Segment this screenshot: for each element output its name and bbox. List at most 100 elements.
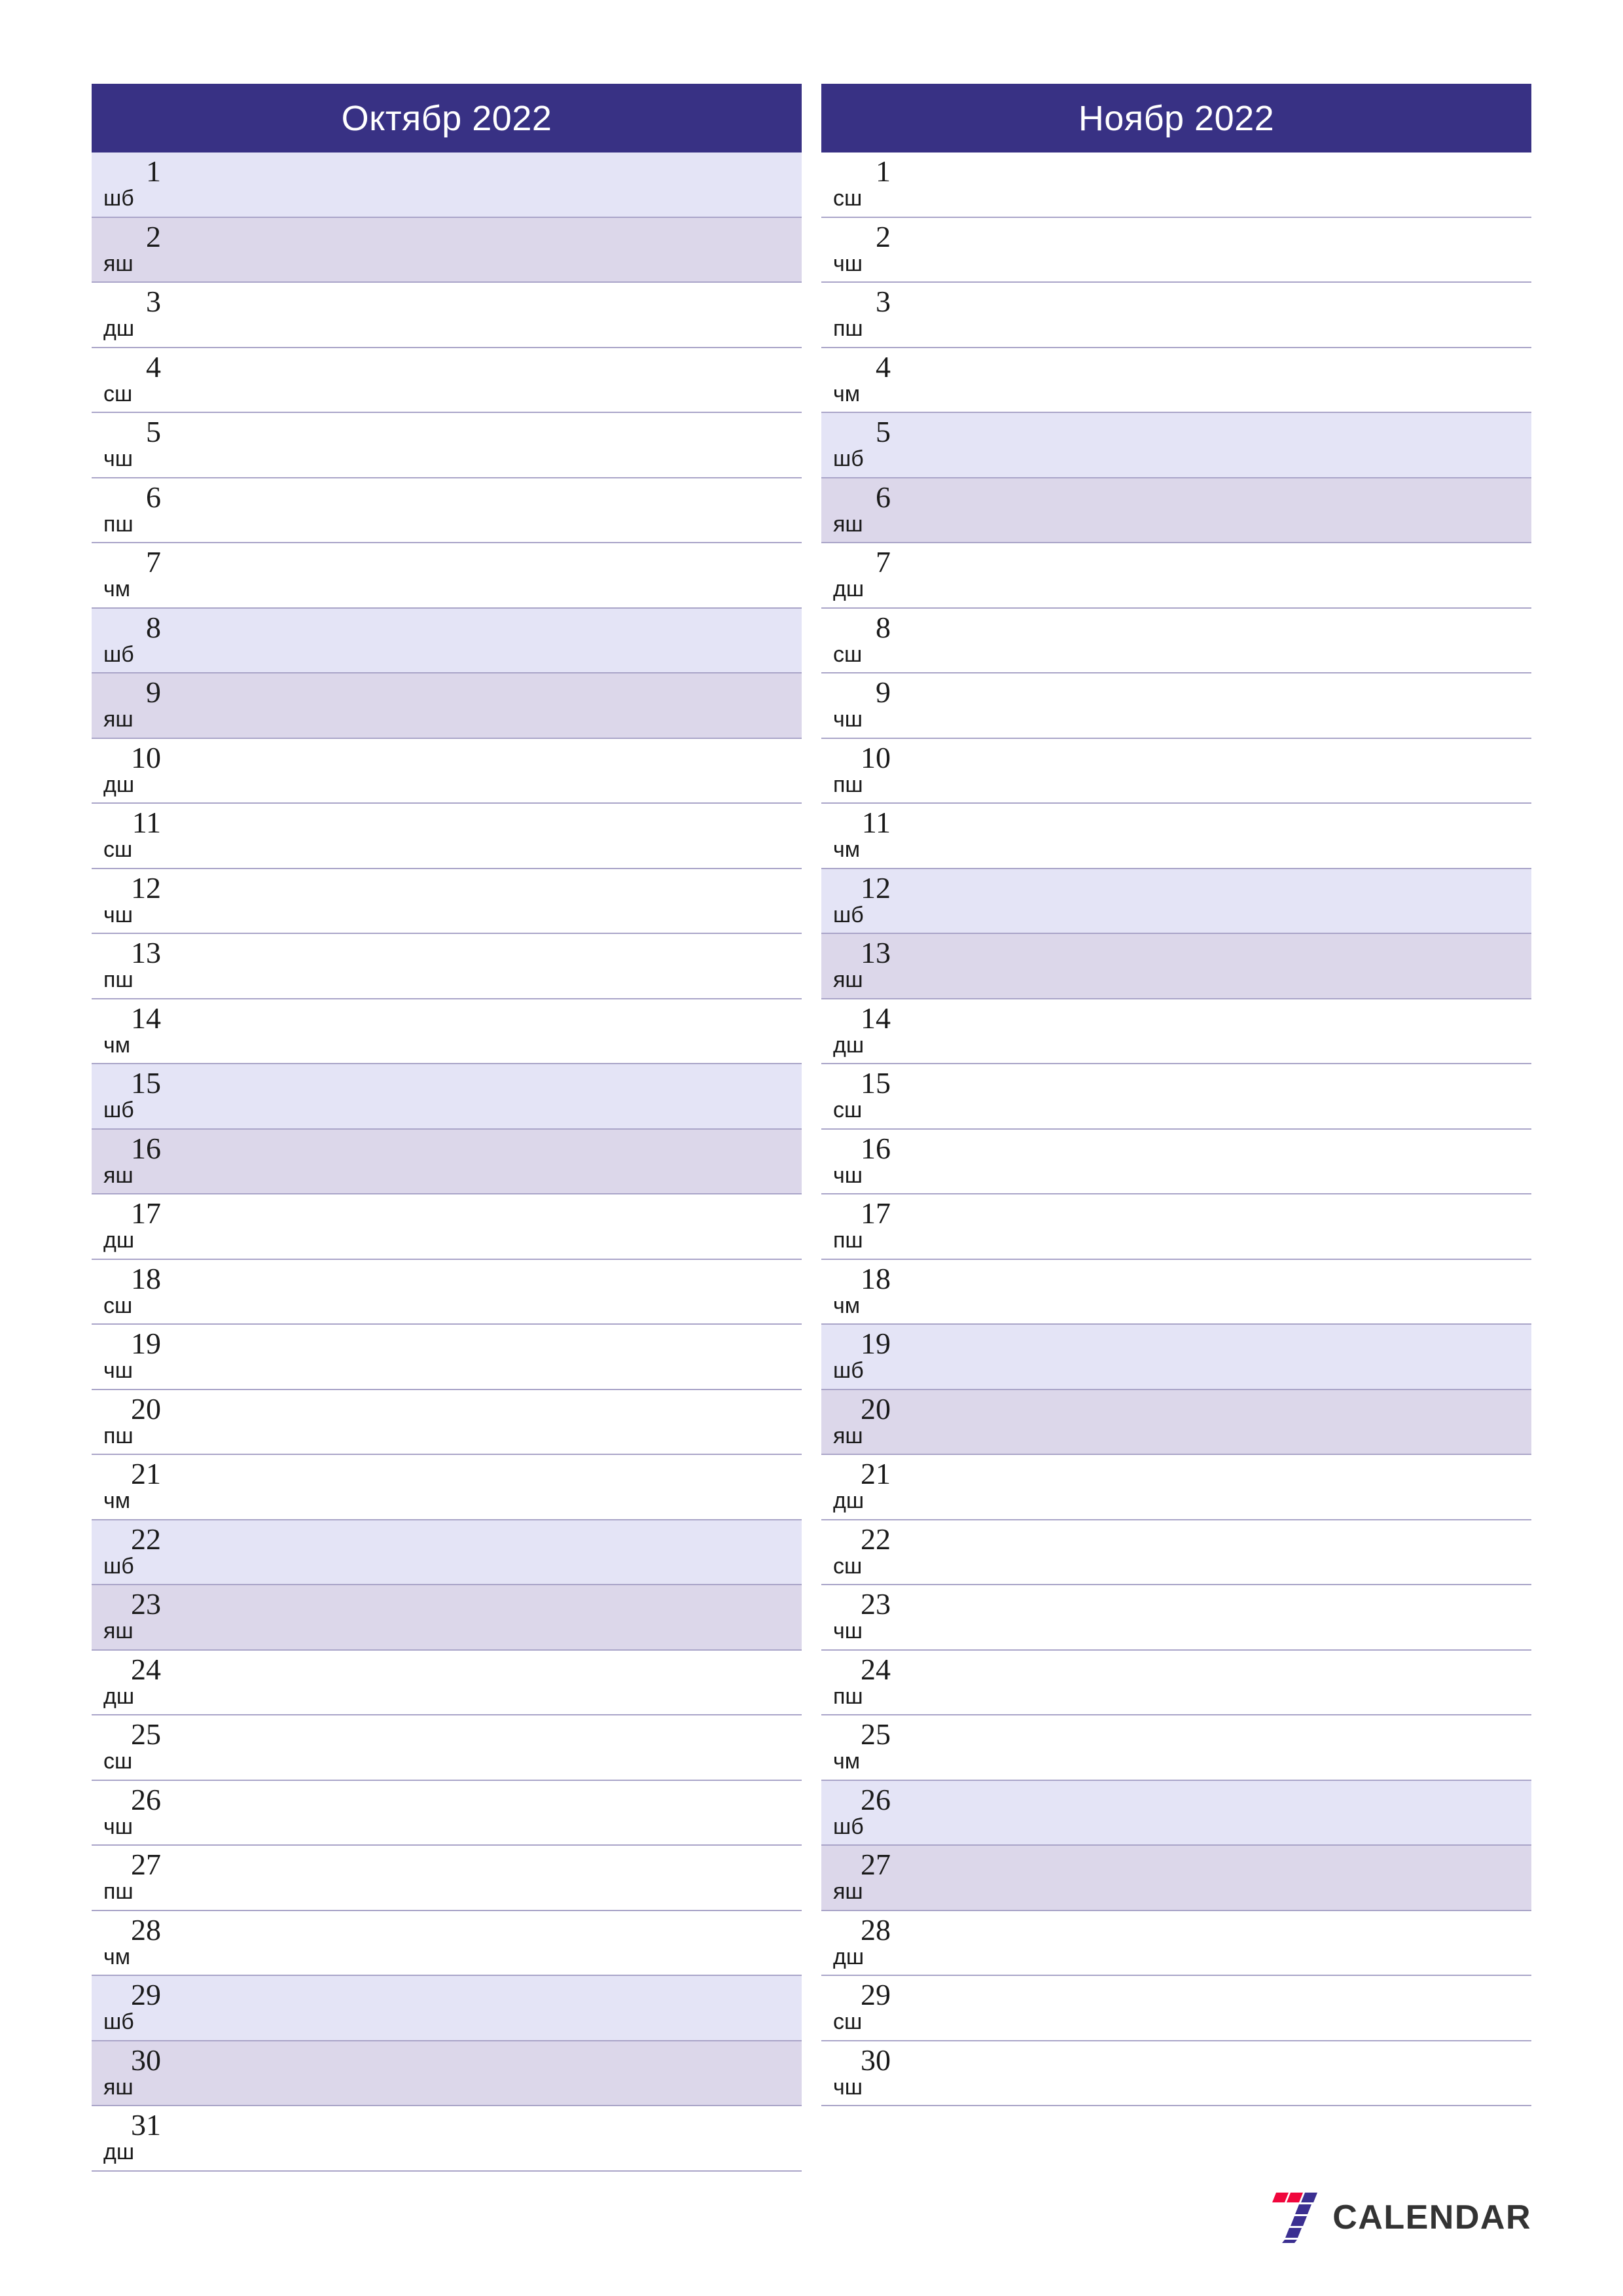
- day-row[interactable]: 27 пш: [92, 1846, 802, 1911]
- day-row[interactable]: 10 дш: [92, 738, 802, 804]
- day-row[interactable]: 27 яш: [821, 1846, 1531, 1911]
- day-note-area[interactable]: [897, 1194, 1531, 1259]
- day-note-area[interactable]: [167, 999, 802, 1064]
- day-row[interactable]: 18 чм: [821, 1259, 1531, 1325]
- day-note-area[interactable]: [897, 152, 1531, 217]
- day-row[interactable]: 2 яш: [92, 217, 802, 283]
- day-note-area[interactable]: [897, 804, 1531, 868]
- day-note-area[interactable]: [167, 348, 802, 412]
- day-row[interactable]: 15 шб: [92, 1064, 802, 1130]
- day-note-area[interactable]: [167, 1651, 802, 1715]
- day-row[interactable]: 29 шб: [92, 1976, 802, 2041]
- day-row[interactable]: 25 сш: [92, 1715, 802, 1781]
- day-note-area[interactable]: [167, 804, 802, 868]
- day-row[interactable]: 21 чм: [92, 1455, 802, 1520]
- day-note-area[interactable]: [167, 1781, 802, 1845]
- day-row[interactable]: 28 чм: [92, 1910, 802, 1976]
- day-note-area[interactable]: [167, 1455, 802, 1519]
- day-note-area[interactable]: [897, 1585, 1531, 1649]
- day-row[interactable]: 20 пш: [92, 1390, 802, 1455]
- day-note-area[interactable]: [897, 1911, 1531, 1975]
- day-row[interactable]: 22 сш: [821, 1520, 1531, 1585]
- day-note-area[interactable]: [897, 1064, 1531, 1128]
- day-row[interactable]: 1 шб: [92, 152, 802, 218]
- day-note-area[interactable]: [897, 1651, 1531, 1715]
- day-row[interactable]: 8 сш: [821, 608, 1531, 673]
- day-note-area[interactable]: [897, 413, 1531, 477]
- day-note-area[interactable]: [897, 673, 1531, 738]
- day-row[interactable]: 7 дш: [821, 543, 1531, 609]
- day-row[interactable]: 6 яш: [821, 478, 1531, 543]
- day-note-area[interactable]: [167, 1715, 802, 1780]
- day-row[interactable]: 3 пш: [821, 283, 1531, 348]
- day-row[interactable]: 3 дш: [92, 283, 802, 348]
- day-row[interactable]: 21 дш: [821, 1455, 1531, 1520]
- day-row[interactable]: 10 пш: [821, 738, 1531, 804]
- day-note-area[interactable]: [167, 218, 802, 282]
- day-note-area[interactable]: [167, 152, 802, 217]
- day-note-area[interactable]: [897, 348, 1531, 412]
- day-note-area[interactable]: [167, 1520, 802, 1585]
- day-note-area[interactable]: [897, 739, 1531, 803]
- day-note-area[interactable]: [167, 543, 802, 607]
- day-row[interactable]: 26 чш: [92, 1780, 802, 1846]
- day-note-area[interactable]: [167, 739, 802, 803]
- day-row[interactable]: 9 чш: [821, 673, 1531, 739]
- day-note-area[interactable]: [167, 413, 802, 477]
- day-note-area[interactable]: [897, 1455, 1531, 1519]
- day-note-area[interactable]: [167, 1325, 802, 1389]
- day-row[interactable]: 4 сш: [92, 348, 802, 413]
- day-row[interactable]: 31 дш: [92, 2106, 802, 2172]
- day-note-area[interactable]: [167, 673, 802, 738]
- day-note-area[interactable]: [897, 1260, 1531, 1324]
- day-note-area[interactable]: [167, 934, 802, 998]
- day-row[interactable]: 23 яш: [92, 1585, 802, 1651]
- day-note-area[interactable]: [167, 1585, 802, 1649]
- day-row[interactable]: 20 яш: [821, 1390, 1531, 1455]
- day-note-area[interactable]: [897, 1781, 1531, 1845]
- day-note-area[interactable]: [167, 2106, 802, 2170]
- day-row[interactable]: 16 чш: [821, 1129, 1531, 1194]
- day-row[interactable]: 23 чш: [821, 1585, 1531, 1651]
- day-row[interactable]: 14 чм: [92, 999, 802, 1064]
- day-note-area[interactable]: [167, 1911, 802, 1975]
- day-row[interactable]: 13 яш: [821, 934, 1531, 999]
- day-row[interactable]: 12 шб: [821, 869, 1531, 934]
- day-note-area[interactable]: [897, 1520, 1531, 1585]
- day-note-area[interactable]: [897, 1846, 1531, 1910]
- day-note-area[interactable]: [167, 1130, 802, 1194]
- day-note-area[interactable]: [897, 218, 1531, 282]
- day-note-area[interactable]: [897, 1976, 1531, 2040]
- day-row[interactable]: 24 дш: [92, 1650, 802, 1715]
- day-row[interactable]: 29 сш: [821, 1976, 1531, 2041]
- day-note-area[interactable]: [897, 869, 1531, 933]
- day-note-area[interactable]: [167, 869, 802, 933]
- day-note-area[interactable]: [167, 1064, 802, 1128]
- day-note-area[interactable]: [167, 1260, 802, 1324]
- day-note-area[interactable]: [167, 1194, 802, 1259]
- day-note-area[interactable]: [167, 1846, 802, 1910]
- day-row[interactable]: 30 яш: [92, 2041, 802, 2106]
- day-row[interactable]: 15 сш: [821, 1064, 1531, 1130]
- day-note-area[interactable]: [897, 1390, 1531, 1454]
- day-note-area[interactable]: [167, 478, 802, 543]
- day-row[interactable]: 8 шб: [92, 608, 802, 673]
- day-row[interactable]: 19 шб: [821, 1325, 1531, 1390]
- day-row[interactable]: 14 дш: [821, 999, 1531, 1064]
- day-note-area[interactable]: [897, 283, 1531, 347]
- day-note-area[interactable]: [897, 934, 1531, 998]
- day-note-area[interactable]: [897, 609, 1531, 673]
- day-row[interactable]: 11 сш: [92, 804, 802, 869]
- day-note-area[interactable]: [897, 999, 1531, 1064]
- day-row[interactable]: 17 пш: [821, 1194, 1531, 1260]
- day-row[interactable]: 18 сш: [92, 1259, 802, 1325]
- day-row[interactable]: 25 чм: [821, 1715, 1531, 1781]
- day-row[interactable]: 22 шб: [92, 1520, 802, 1585]
- day-note-area[interactable]: [167, 2041, 802, 2106]
- day-row[interactable]: 2 чш: [821, 217, 1531, 283]
- day-row[interactable]: 1 сш: [821, 152, 1531, 218]
- day-row[interactable]: 9 яш: [92, 673, 802, 739]
- day-note-area[interactable]: [167, 609, 802, 673]
- day-row[interactable]: 13 пш: [92, 934, 802, 999]
- day-row[interactable]: 12 чш: [92, 869, 802, 934]
